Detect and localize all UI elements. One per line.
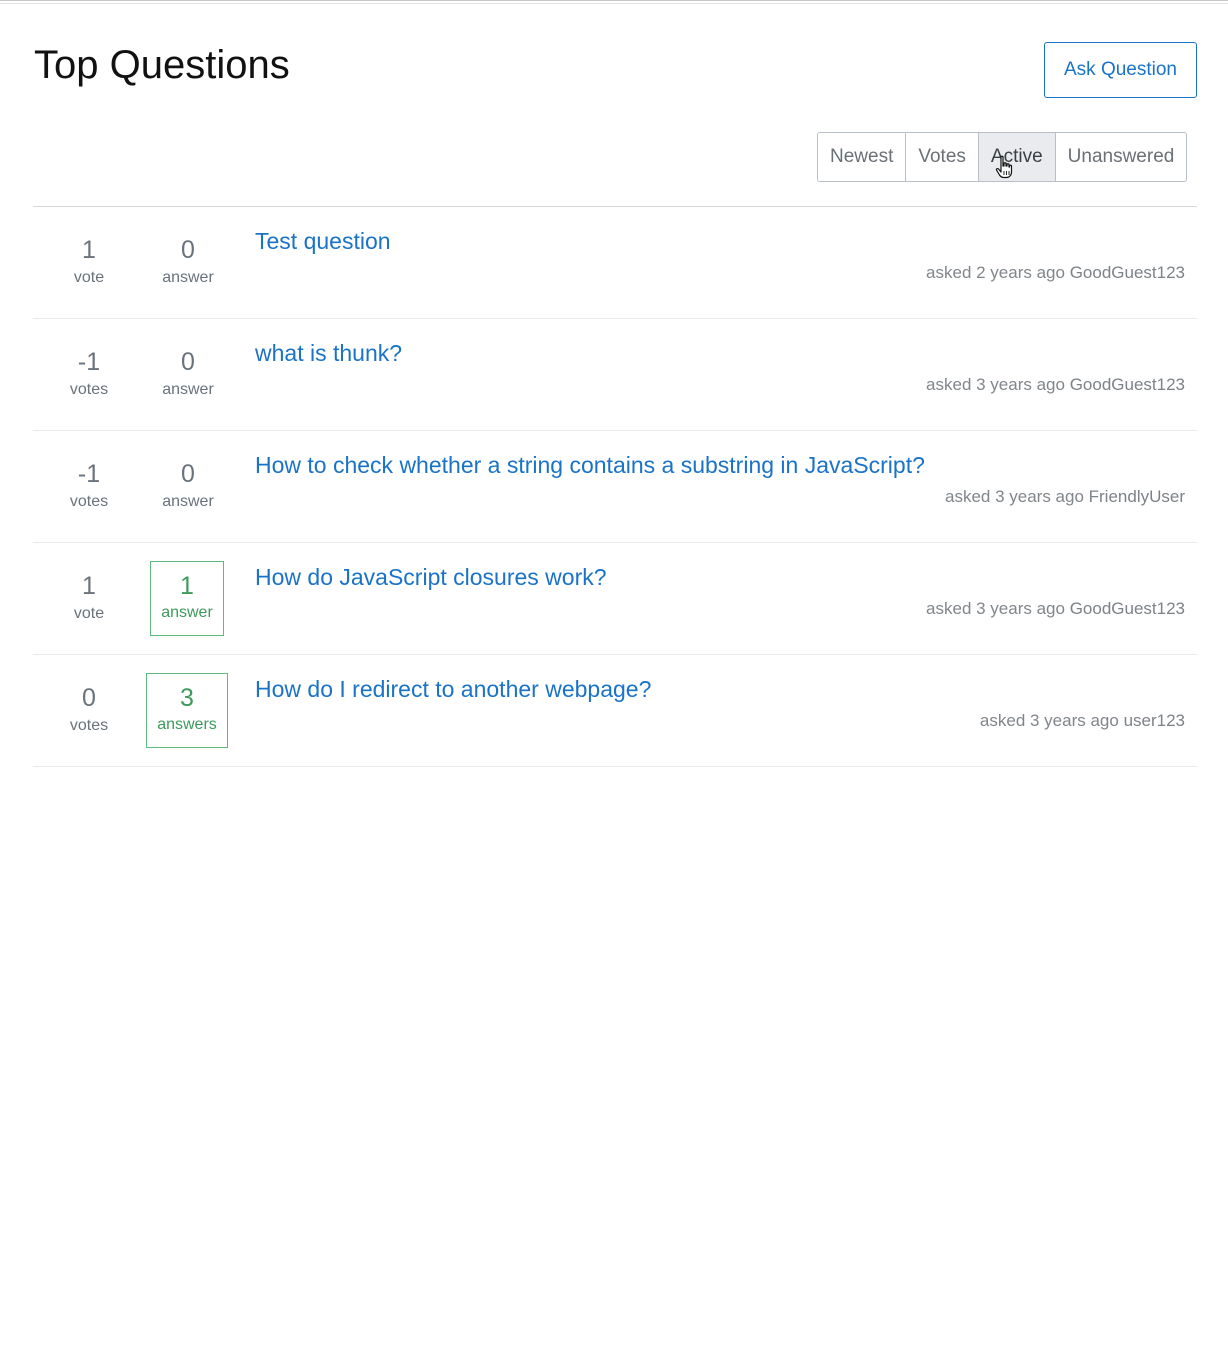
answer-count: 0 answer: [145, 235, 231, 288]
vote-label: vote: [73, 605, 105, 622]
asked-time: asked 3 years ago: [979, 711, 1119, 730]
question-title-link[interactable]: Test question: [255, 227, 391, 255]
question-meta: asked 2 years ago GoodGuest123: [926, 263, 1185, 283]
question-author: user123: [1123, 711, 1185, 730]
asked-time: asked 3 years ago: [944, 487, 1084, 506]
question-title-link[interactable]: How to check whether a string contains a…: [255, 451, 925, 479]
question-title-link[interactable]: How do JavaScript closures work?: [255, 563, 607, 591]
answer-label: answer: [161, 604, 213, 621]
vote-number: 1: [82, 572, 96, 600]
vote-count: -1 votes: [53, 459, 125, 512]
vote-label: vote: [73, 269, 105, 286]
vote-count: 1 vote: [53, 571, 125, 624]
vote-number: 0: [82, 684, 96, 712]
answer-count: 0 answer: [145, 347, 231, 400]
answer-label: answer: [162, 381, 214, 398]
answer-number: 1: [180, 572, 194, 600]
question-author: GoodGuest123: [1069, 263, 1185, 282]
accepted-answer-count: 3 answers: [146, 673, 228, 748]
vote-count: 1 vote: [53, 235, 125, 288]
question-row: 1 vote 0 answer Test question asked 2 ye…: [33, 207, 1197, 319]
asked-time: asked 2 years ago: [926, 263, 1065, 282]
asked-time: asked 3 years ago: [926, 599, 1065, 618]
question-list: 1 vote 0 answer Test question asked 2 ye…: [33, 206, 1197, 767]
question-meta: asked 3 years ago FriendlyUser: [945, 487, 1185, 507]
answer-count: 0 answer: [145, 459, 231, 512]
question-author: GoodGuest123: [1069, 599, 1185, 618]
question-row: 1 vote 1 answer How do JavaScript closur…: [33, 543, 1197, 655]
page-title: Top Questions: [34, 43, 290, 87]
question-author: GoodGuest123: [1069, 375, 1185, 394]
vote-label: votes: [69, 493, 109, 510]
question-meta: asked 3 years ago user123: [980, 711, 1185, 731]
answer-number: 0: [181, 460, 195, 488]
ask-question-button[interactable]: Ask Question: [1044, 42, 1197, 98]
question-row: 0 votes 3 answers How do I redirect to a…: [33, 655, 1197, 767]
vote-number: -1: [77, 348, 101, 376]
vote-count: 0 votes: [53, 683, 125, 736]
vote-label: votes: [69, 381, 109, 398]
vote-label: votes: [69, 717, 109, 734]
answer-label: answer: [162, 269, 214, 286]
question-title-link[interactable]: what is thunk?: [255, 339, 402, 367]
top-border: [0, 0, 1228, 4]
question-author: FriendlyUser: [1088, 487, 1185, 506]
filter-unanswered-button[interactable]: Unanswered: [1055, 133, 1187, 181]
answer-number: 3: [180, 684, 194, 712]
filter-newest-button[interactable]: Newest: [818, 133, 907, 181]
asked-time: asked 3 years ago: [926, 375, 1065, 394]
filter-votes-button[interactable]: Votes: [906, 133, 979, 181]
vote-number: 1: [82, 236, 96, 264]
question-meta: asked 3 years ago GoodGuest123: [926, 599, 1185, 619]
question-meta: asked 3 years ago GoodGuest123: [926, 375, 1185, 395]
sort-filter-group: Newest Votes Active Unanswered: [817, 132, 1188, 182]
question-title-link[interactable]: How do I redirect to another webpage?: [255, 675, 651, 703]
filter-active-button[interactable]: Active: [978, 133, 1056, 181]
answer-number: 0: [181, 236, 195, 264]
accepted-answer-count: 1 answer: [150, 561, 224, 636]
answer-label: answer: [162, 493, 214, 510]
question-row: -1 votes 0 answer what is thunk? asked 3…: [33, 319, 1197, 431]
answer-number: 0: [181, 348, 195, 376]
answer-label: answers: [157, 716, 217, 733]
vote-number: -1: [77, 460, 101, 488]
question-row: -1 votes 0 answer How to check whether a…: [33, 431, 1197, 543]
vote-count: -1 votes: [53, 347, 125, 400]
